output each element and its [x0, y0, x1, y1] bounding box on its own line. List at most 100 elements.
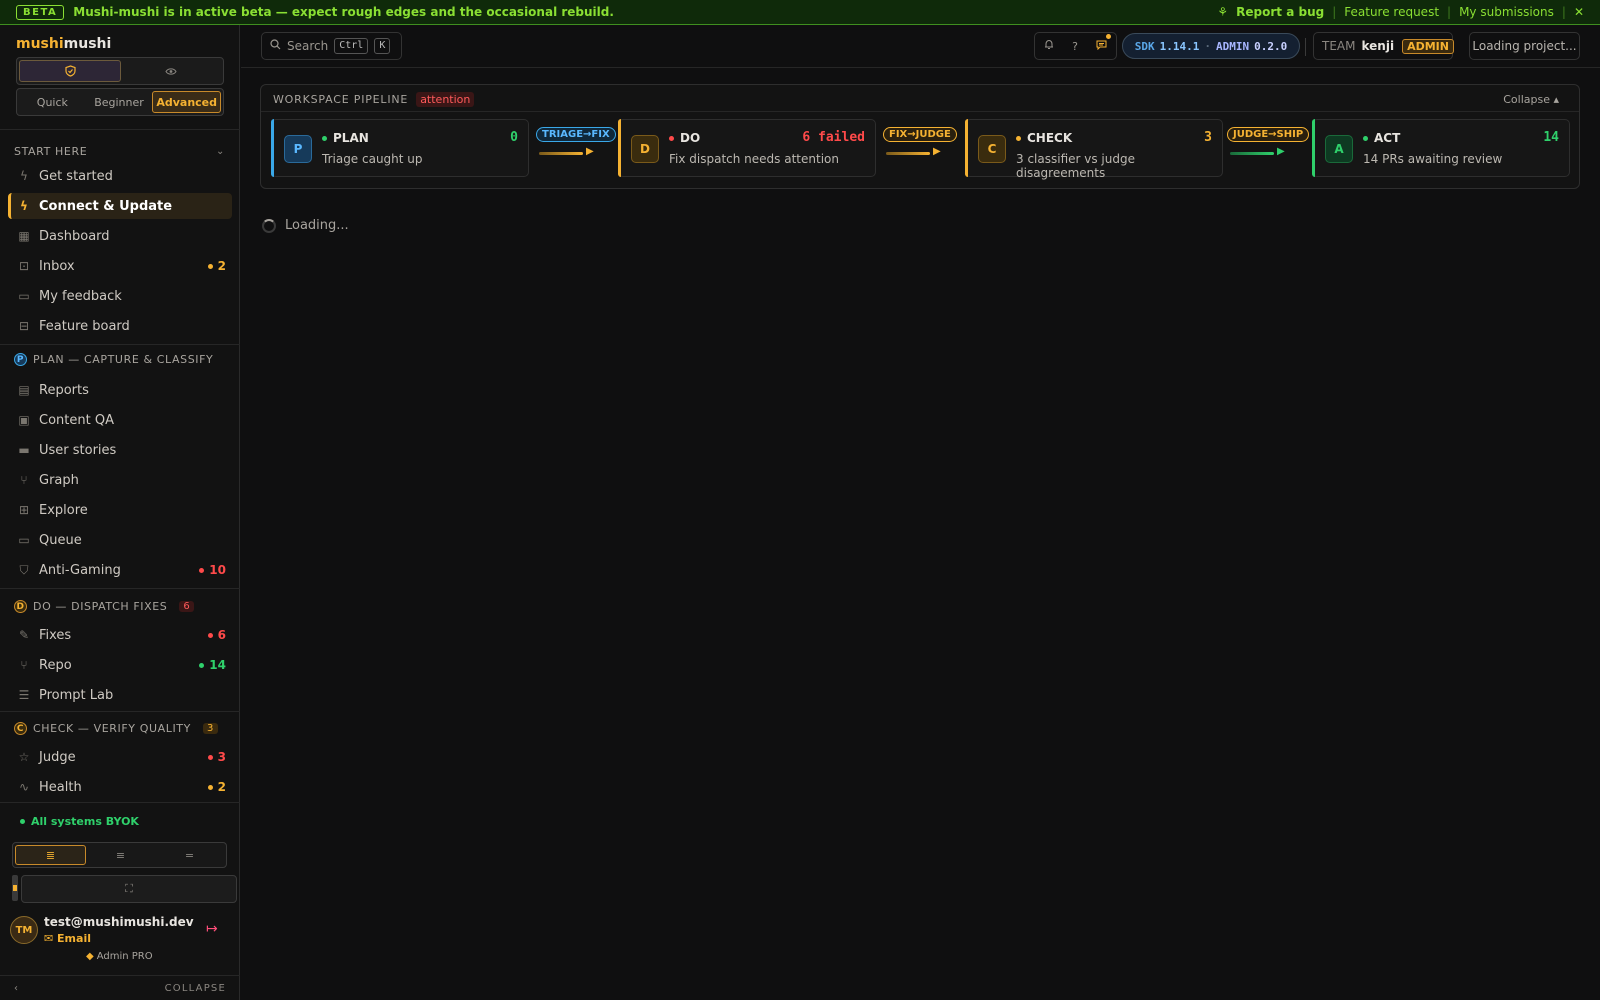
status-dot [322, 135, 327, 141]
stage-letter: P [284, 135, 312, 163]
graph-icon: ⑂ [20, 473, 28, 487]
sidebar-item-reports[interactable]: ▤ Reports [8, 377, 232, 403]
sidebar-item-prompt-lab[interactable]: ☰ Prompt Lab [8, 682, 232, 708]
mode-toggle [16, 57, 224, 85]
book-icon: ▬ [18, 443, 30, 457]
divider [0, 588, 240, 589]
sidebar-item-queue[interactable]: ▭ Queue [8, 527, 232, 553]
stage-do[interactable]: D DO 6 failed Fix dispatch needs attenti… [618, 119, 876, 177]
logout-icon[interactable]: ↦ [206, 921, 218, 937]
level-advanced[interactable]: Advanced [152, 91, 222, 113]
sdk-version: 1.14.1 [1159, 39, 1200, 53]
sidebar-item-feature-board[interactable]: ⊟ Feature board [8, 313, 232, 339]
group-label: PLAN — CAPTURE & CLASSIFY [33, 353, 214, 366]
separator-dot: · [1204, 39, 1211, 53]
sidebar-item-inbox[interactable]: ⊡ Inbox 2 [8, 253, 232, 279]
stage-name: ACT [1363, 131, 1400, 145]
status-dot [669, 135, 674, 141]
stage-description: Triage caught up [322, 152, 423, 166]
user-plan-label: Admin PRO [96, 951, 153, 962]
sidebar-item-fixes[interactable]: ✎ Fixes 6 [8, 622, 232, 648]
stage-plan[interactable]: P PLAN 0 Triage caught up [271, 119, 529, 177]
sidebar-collapse[interactable]: ‹ COLLAPSE [0, 975, 240, 1000]
sidebar-item-content-qa[interactable]: ▣ Content QA [8, 407, 232, 433]
brand-part-1: mushi [16, 36, 64, 52]
search-input[interactable]: Search Ctrl K [261, 32, 402, 60]
feature-request-link[interactable]: Feature request [1344, 5, 1439, 19]
sidebar-item-label: Explore [39, 502, 88, 518]
resize-handle[interactable] [12, 875, 18, 901]
connector-fix-judge: FIX→JUDGE ▶ [883, 127, 963, 167]
connector-track [886, 152, 930, 155]
brand-logo[interactable]: mushimushi [16, 36, 111, 52]
auth-method-label: Email [57, 932, 91, 945]
sidebar-item-my-feedback[interactable]: ▭ My feedback [8, 283, 232, 309]
divider [261, 111, 1579, 112]
separator: | [1447, 5, 1452, 19]
diamond-icon: ◆ [86, 951, 94, 962]
group-plan[interactable]: P PLAN — CAPTURE & CLASSIFY [14, 353, 213, 366]
chat-icon[interactable] [1096, 33, 1111, 53]
inbox-icon: ⊡ [18, 259, 30, 273]
loading-label: Loading... [285, 218, 349, 233]
status-badge: attention [416, 92, 475, 107]
sidebar-item-connect-update[interactable]: ϟ Connect & Update [8, 193, 232, 219]
phase-do-icon: D [14, 600, 27, 613]
fullscreen-icon[interactable]: ⛶ [21, 875, 237, 903]
lightning-icon: ϟ [20, 169, 28, 183]
stage-check[interactable]: C CHECK 3 3 classifier vs judge disagree… [965, 119, 1223, 180]
pencil-icon: ✎ [18, 628, 30, 642]
density-spacious-icon[interactable]: = [155, 845, 224, 865]
sidebar-item-user-stories[interactable]: ▬ User stories [8, 437, 232, 463]
report-bug-link[interactable]: Report a bug [1236, 5, 1324, 19]
stage-name-label: ACT [1374, 131, 1401, 145]
sidebar-item-explore[interactable]: ⊞ Explore [8, 497, 232, 523]
stage-description: Fix dispatch needs attention [669, 152, 839, 166]
sidebar-item-dashboard[interactable]: ▦ Dashboard [8, 223, 232, 249]
pipeline-collapse-button[interactable]: Collapse ▴ [1503, 93, 1559, 106]
inbox-badge: 2 [207, 259, 226, 273]
density-toggle: ≣ ≡ = [12, 842, 227, 868]
density-compact-icon[interactable]: ≣ [15, 845, 86, 865]
sidebar-item-graph[interactable]: ⑂ Graph [8, 467, 232, 493]
avatar[interactable]: TM [10, 916, 38, 944]
eye-icon[interactable] [121, 60, 221, 82]
search-placeholder: Search [287, 39, 329, 53]
sidebar-item-label: Health [39, 779, 82, 795]
chevron-left-icon[interactable]: ‹ [14, 983, 19, 994]
status-dot [20, 819, 25, 824]
sidebar-item-get-started[interactable]: ϟ Get started [8, 163, 232, 189]
group-label: START HERE [14, 145, 88, 158]
sidebar-item-label: Get started [39, 168, 113, 184]
close-icon[interactable]: ✕ [1574, 5, 1584, 19]
help-icon[interactable]: ? [1072, 40, 1078, 53]
repo-badge: 14 [199, 658, 226, 672]
bell-icon[interactable] [1044, 39, 1054, 53]
status-dot [199, 662, 205, 668]
team-selector[interactable]: TEAM kenji ADMIN [1313, 32, 1454, 60]
chevron-down-icon[interactable]: ⌄ [216, 146, 225, 157]
density-comfortable-icon[interactable]: ≡ [86, 845, 155, 865]
sidebar-item-repo[interactable]: ⑂ Repo 14 [8, 652, 232, 678]
sidebar-item-judge[interactable]: ☆ Judge 3 [8, 744, 232, 770]
project-selector[interactable]: Loading project... [1469, 32, 1580, 60]
level-toggle: Quick Beginner Advanced [16, 88, 224, 116]
pulse-icon: ∿ [18, 780, 30, 794]
fixes-count: 6 [217, 628, 226, 642]
group-do[interactable]: D DO — DISPATCH FIXES 6 [14, 600, 195, 613]
sidebar-item-anti-gaming[interactable]: ⛉ Anti-Gaming 10 [8, 557, 232, 583]
stage-count: 3 [1204, 130, 1212, 145]
sidebar-item-label: Prompt Lab [39, 687, 114, 703]
connector-judge-ship: JUDGE→SHIP ▶ [1227, 127, 1310, 167]
divider [0, 802, 240, 803]
sidebar-item-health[interactable]: ∿ Health 2 [8, 774, 232, 800]
stage-act[interactable]: A ACT 14 14 PRs awaiting review [1312, 119, 1570, 177]
group-start-here[interactable]: START HERE ⌄ [14, 145, 224, 158]
level-quick[interactable]: Quick [19, 91, 86, 113]
level-beginner[interactable]: Beginner [86, 91, 153, 113]
my-submissions-link[interactable]: My submissions [1459, 5, 1554, 19]
user-email: test@mushimushi.dev [44, 915, 194, 929]
star-icon: ☆ [18, 750, 30, 764]
group-check[interactable]: C CHECK — VERIFY QUALITY 3 [14, 722, 218, 735]
shield-icon[interactable] [19, 60, 121, 82]
